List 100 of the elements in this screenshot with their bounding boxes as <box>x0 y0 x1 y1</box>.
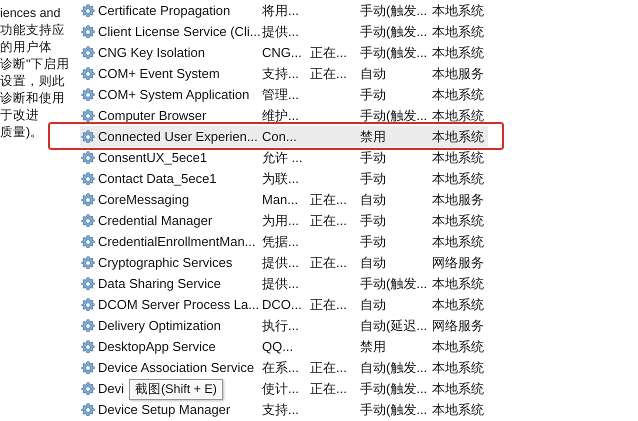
startup-type: 自动 <box>360 190 387 208</box>
logon-account: 本地系统 <box>432 106 485 124</box>
startup-type: 自动 <box>360 254 387 272</box>
service-description-cell-text: 提供... <box>262 254 300 272</box>
gear-icon <box>80 150 96 166</box>
service-description-cell-text: 为联... <box>262 170 300 188</box>
logon-account: 网络服务 <box>432 254 485 272</box>
service-description-cell-text: 提供... <box>262 274 300 292</box>
gear-icon <box>80 254 96 270</box>
service-name: Contact Data_5ece1 <box>98 171 217 186</box>
startup-type: 手动(触发... <box>360 2 428 20</box>
logon-account: 本地系统 <box>432 128 485 146</box>
logon-account: 本地系统 <box>432 22 485 40</box>
service-description-cell-text: 执行... <box>262 316 300 334</box>
startup-type: 手动 <box>360 86 387 104</box>
gear-icon <box>80 66 96 82</box>
service-name: ConsentUX_5ece1 <box>98 150 208 165</box>
service-name: CoreMessaging <box>98 192 190 207</box>
tooltip: 截图(Shift + E) <box>129 379 223 400</box>
service-status: 正在... <box>310 254 348 272</box>
service-status: 正在... <box>310 190 348 208</box>
logon-account: 本地系统 <box>432 44 485 62</box>
gear-icon <box>80 128 96 144</box>
service-description-cell-text: 提供... <box>262 22 300 40</box>
service-description-cell-text: QQ... <box>262 339 294 354</box>
logon-account: 本地系统 <box>432 274 485 292</box>
startup-type: 手动(触发... <box>360 380 428 398</box>
service-description-cell-text: 管理... <box>262 86 300 104</box>
logon-account: 本地服务 <box>432 64 485 82</box>
service-description-cell-text: 支持... <box>262 64 300 82</box>
service-name: Credential Manager <box>98 213 212 228</box>
logon-account: 本地系统 <box>432 2 485 20</box>
startup-type: 自动 <box>360 296 387 314</box>
startup-type: 自动(延迟... <box>360 316 428 334</box>
gear-icon <box>80 212 96 228</box>
service-status: 正在... <box>310 212 348 230</box>
startup-type: 手动(触发... <box>360 44 428 62</box>
service-description-cell-text: CNG... <box>262 45 303 60</box>
startup-type: 手动(触发... <box>360 274 428 292</box>
logon-account: 本地系统 <box>432 148 485 166</box>
startup-type: 禁用 <box>360 338 387 356</box>
service-name: Devi <box>98 381 124 396</box>
gear-icon <box>80 276 96 292</box>
service-status: 正在... <box>310 296 348 314</box>
service-name: COM+ Event System <box>98 66 220 81</box>
service-description-cell-text: 在系... <box>262 358 300 376</box>
service-name: Delivery Optimization <box>98 318 221 333</box>
service-name: COM+ System Application <box>98 87 250 102</box>
service-name: Cryptographic Services <box>98 255 232 270</box>
selected-row[interactable]: Connected User Experien... Con... 禁用 本地系统 <box>80 126 488 147</box>
service-name: CredentialEnrollmentMan... <box>98 234 256 249</box>
logon-account: 本地系统 <box>432 358 485 376</box>
gear-icon <box>80 296 96 312</box>
service-name: DCOM Server Process La... <box>98 297 260 312</box>
logon-account: 本地系统 <box>432 212 485 230</box>
service-description-cell-text: 支持... <box>262 400 300 418</box>
startup-type: 自动 <box>360 64 387 82</box>
logon-account: 本地系统 <box>432 86 485 104</box>
gear-icon <box>80 192 96 208</box>
gear-icon <box>80 380 96 396</box>
startup-type: 手动(触发... <box>360 22 428 40</box>
service-status: 正在... <box>310 358 348 376</box>
service-name: Client License Service (Cli... <box>98 24 261 39</box>
logon-account: 本地系统 <box>432 338 485 356</box>
startup-type: 手动(触发... <box>360 106 428 124</box>
service-name: Device Setup Manager <box>98 402 230 417</box>
service-name: Computer Browser <box>98 108 206 123</box>
service-description-cell-text: 将用... <box>262 2 300 20</box>
service-description-cell-text: 为用... <box>262 212 300 230</box>
logon-account: 网络服务 <box>432 316 485 334</box>
service-name: DesktopApp Service <box>98 339 216 354</box>
startup-type: 手动 <box>360 212 387 230</box>
gear-icon <box>80 108 96 124</box>
service-description: iences and 功能支持应 的用户体 诊断"下启用 设置，则此 诊断和使用 于改进 质量)。 <box>0 5 70 141</box>
gear-icon <box>80 86 96 102</box>
service-name: Certificate Propagation <box>98 3 230 18</box>
startup-type: 禁用 <box>360 128 387 146</box>
service-description-cell-text: Man... <box>262 192 300 207</box>
service-name: Connected User Experien... <box>98 129 258 144</box>
service-name: Device Association Service <box>98 360 254 375</box>
gear-icon <box>80 24 96 40</box>
gear-icon <box>80 360 96 376</box>
service-status: 正在... <box>310 44 348 62</box>
logon-account: 本地系统 <box>432 400 485 418</box>
startup-type: 自动(触发... <box>360 358 428 376</box>
startup-type: 手动 <box>360 148 387 166</box>
logon-account: 本地系统 <box>432 232 485 250</box>
service-name: CNG Key Isolation <box>98 45 205 60</box>
gear-icon <box>80 2 96 18</box>
service-description-cell-text: 允许 ... <box>262 148 304 166</box>
service-description-cell-text: 凭据... <box>262 232 300 250</box>
startup-type: 手动 <box>360 170 387 188</box>
service-name: Data Sharing Service <box>98 276 221 291</box>
service-description-cell-text: 使计... <box>262 380 300 398</box>
service-status: 正在... <box>310 64 348 82</box>
gear-icon <box>80 338 96 354</box>
gear-icon <box>80 234 96 250</box>
gear-icon <box>80 402 96 418</box>
service-description-cell-text: DCO... <box>262 297 303 312</box>
logon-account: 本地系统 <box>432 380 485 398</box>
